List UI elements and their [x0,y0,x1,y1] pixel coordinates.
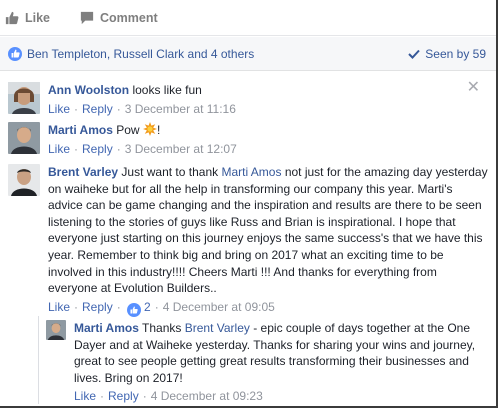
reply-reply-button[interactable]: Reply [108,389,139,403]
like-button-label: Like [25,10,51,25]
mention-link[interactable]: Marti Amos [221,165,281,179]
comment-meta: Like · Reply · 2 · 4 December at 09:05 [48,299,488,317]
comment-like-button[interactable]: Like [48,102,70,116]
comment-panel: Like Comment Ben Templeton, Russell Clar… [0,0,498,408]
mention-link[interactable]: Brent Varley [185,321,250,335]
avatar[interactable] [8,122,40,154]
close-icon[interactable]: ✕ [467,80,480,96]
reaction-summary: Ben Templeton, Russell Clark and 4 other… [8,46,254,61]
comment-like-button[interactable]: Like [48,300,70,314]
comment-author[interactable]: Brent Varley [48,165,118,179]
like-reaction-icon [126,302,141,317]
seen-by-link[interactable]: Seen by 59 [408,47,486,61]
avatar[interactable] [8,82,40,114]
comment-author[interactable]: Marti Amos [48,123,113,137]
comment-text: Just want to thank [121,165,219,179]
starburst-emoji-icon [142,122,157,136]
comment-author[interactable]: Ann Woolston [48,83,129,97]
reactions-bar: Ben Templeton, Russell Clark and 4 other… [0,37,496,71]
reply-item: Marti Amos Thanks Brent Varley - epic co… [46,320,486,405]
comment-like-button[interactable]: Like [48,142,70,156]
comment-text: looks like fun [132,83,202,97]
comment-icon [80,11,94,24]
seen-by-label: Seen by 59 [425,46,486,61]
comment-meta: Like · Reply · 3 December at 11:16 [48,101,236,116]
comment-button-label: Comment [100,10,158,25]
reply-meta: Like · Reply · 4 December at 09:23 [74,389,263,404]
like-count[interactable]: 2 [144,300,151,314]
comment-timestamp[interactable]: 3 December at 11:16 [125,102,236,116]
checkmark-icon [408,49,421,59]
reply-like-button[interactable]: Like [74,389,96,403]
comment-item: Brent Varley Just want to thank Marti Am… [8,164,488,317]
comment-body: Brent Varley Just want to thank Marti Am… [48,164,488,317]
like-button[interactable]: Like [5,11,50,25]
comment-meta: Like · Reply · 3 December at 12:07 [48,141,237,156]
reply-author[interactable]: Marti Amos [74,321,139,335]
comment-body: Marti Amos Pow ! Like · Reply · 3 December a… [48,122,237,157]
comment-item: Ann Woolston looks like fun Like · Reply · 3… [8,82,236,117]
comment-text: Pow [116,123,140,137]
reaction-names-link[interactable]: Ben Templeton, Russell Clark and 4 other… [27,47,254,61]
reply-timestamp[interactable]: 4 December at 09:23 [151,389,263,403]
reply-body: Marti Amos Thanks Brent Varley - epic co… [74,320,482,405]
comment-reply-button[interactable]: Reply [82,102,113,116]
thumbs-up-icon [5,11,19,24]
avatar[interactable] [8,164,40,196]
action-bar: Like Comment [0,0,496,36]
comment-reply-button[interactable]: Reply [82,300,113,314]
like-reaction-icon [8,46,22,61]
reply-thread-line [38,316,39,404]
comment-text-continued: not just for the amazing day yesterday o… [48,165,488,296]
comment-body: Ann Woolston looks like fun Like · Reply · 3… [48,82,236,117]
comment-item: Marti Amos Pow ! Like · Reply · 3 December a… [8,122,237,157]
comment-reply-button[interactable]: Reply [82,142,113,156]
comment-timestamp[interactable]: 4 December at 09:05 [163,300,275,314]
comment-button[interactable]: Comment [80,11,158,25]
comment-timestamp[interactable]: 3 December at 12:07 [125,142,237,156]
reply-text: Thanks [142,321,182,335]
comment-text-end: ! [156,123,161,137]
avatar[interactable] [46,320,66,340]
